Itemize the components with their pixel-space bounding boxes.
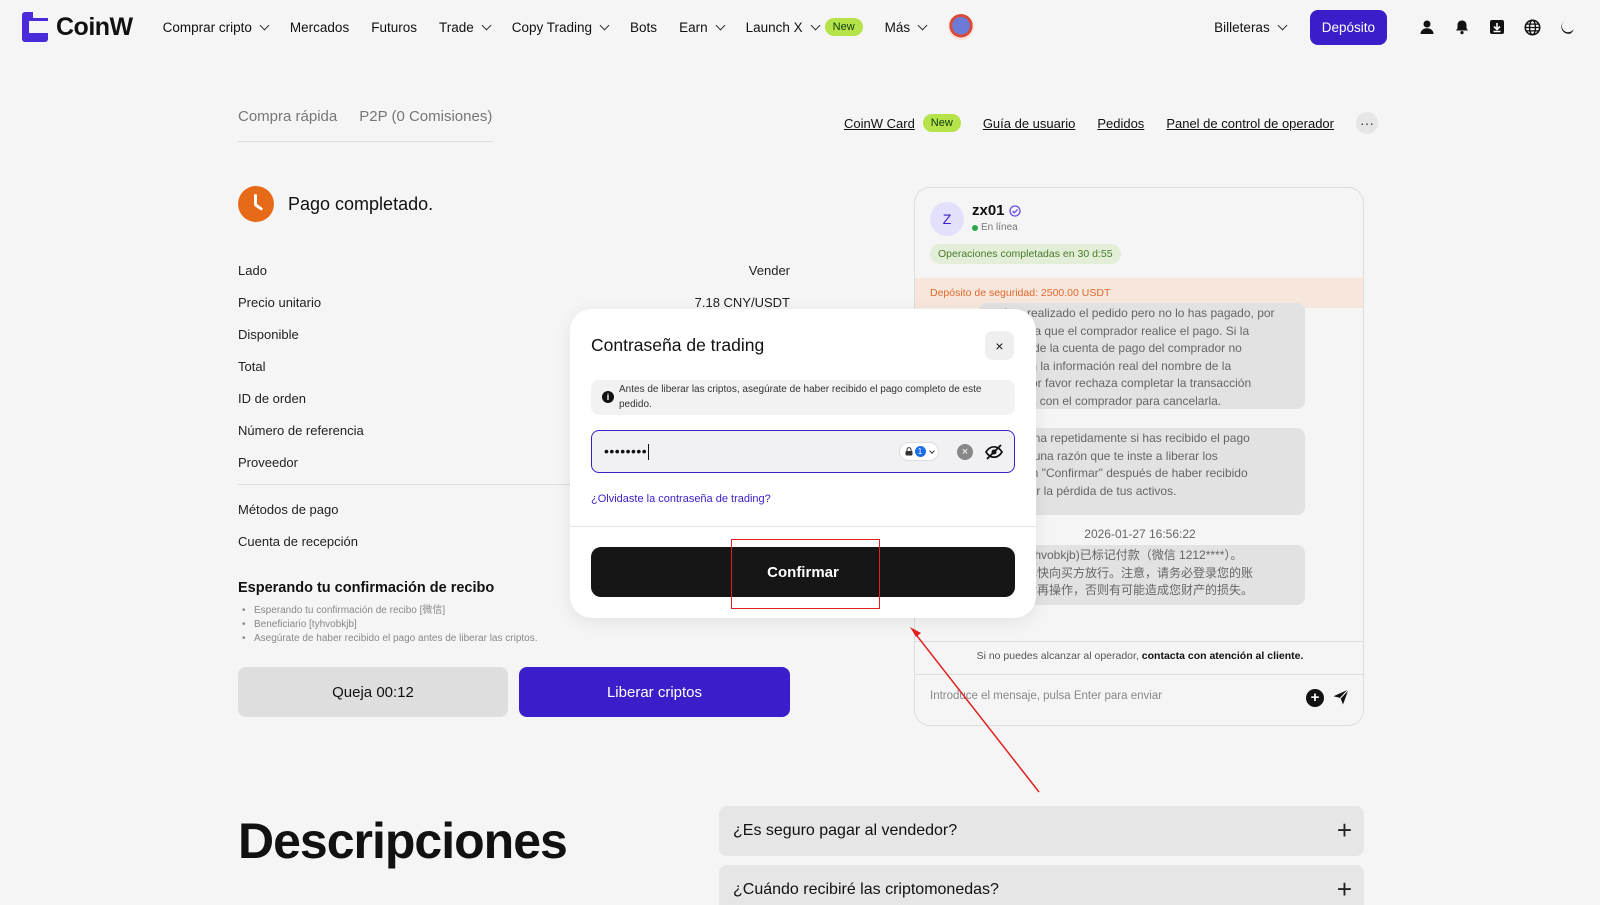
notice-text: Antes de liberar las criptos, asegúrate … bbox=[619, 384, 982, 410]
close-icon[interactable]: × bbox=[985, 331, 1014, 360]
password-manager-logo-icon: 1 bbox=[914, 446, 926, 457]
modal-title: Contraseña de trading bbox=[591, 335, 765, 355]
chevron-down-icon bbox=[928, 447, 935, 454]
text-caret bbox=[648, 444, 650, 461]
eye-off-icon[interactable] bbox=[984, 442, 1004, 462]
password-value: •••••••• bbox=[604, 443, 650, 461]
info-icon: i bbox=[602, 391, 614, 403]
lock-icon bbox=[905, 447, 912, 456]
trading-password-input[interactable]: •••••••• 1 × bbox=[591, 430, 1015, 473]
clear-input-icon[interactable]: × bbox=[957, 444, 973, 460]
release-notice: i Antes de liberar las criptos, asegúrat… bbox=[591, 380, 1015, 415]
password-manager-icon[interactable]: 1 bbox=[899, 442, 939, 461]
password-dots: •••••••• bbox=[604, 443, 648, 459]
highlight-box bbox=[731, 539, 880, 609]
forgot-password-link[interactable]: ¿Olvidaste la contraseña de trading? bbox=[591, 493, 771, 505]
divider bbox=[570, 526, 1036, 527]
